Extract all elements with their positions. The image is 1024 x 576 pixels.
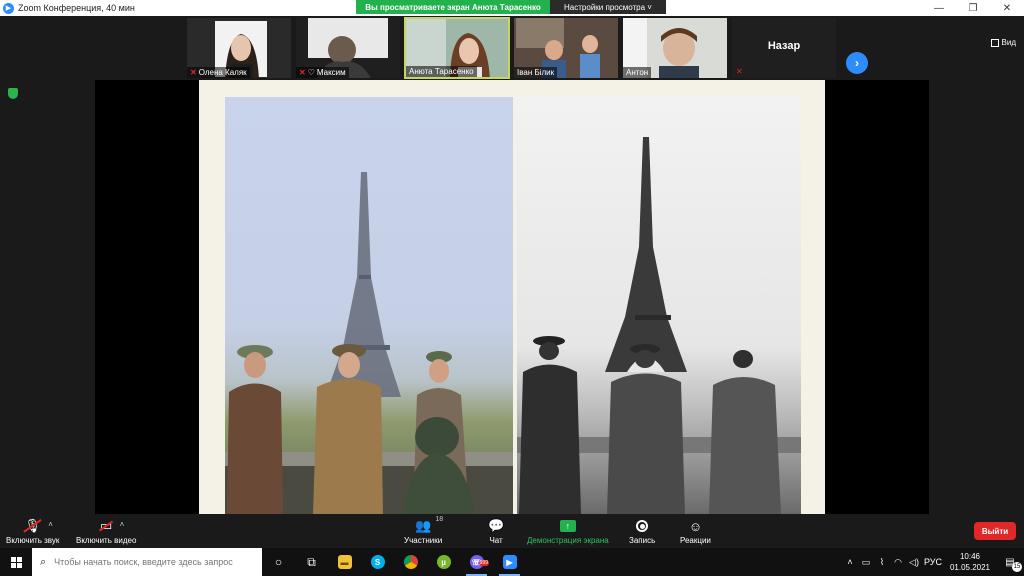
zoom-logo-icon: ▶ <box>3 2 14 14</box>
zoom-taskbar-icon[interactable]: ▶ <box>493 548 526 576</box>
grid-view-icon <box>990 38 999 47</box>
battery-icon[interactable]: ▭ <box>858 557 874 568</box>
chat-label: Чат <box>489 536 503 545</box>
start-video-button[interactable]: ▭˄ Включить видео <box>76 516 136 545</box>
zoom-window: ▶ Zoom Конференция, 40 мин — ❐ ✕ Вы прос… <box>0 0 1024 576</box>
search-icon: ⌕ <box>40 555 47 568</box>
view-options-label: Настройки просмотра <box>564 2 646 12</box>
window-title: Zoom Конференция, 40 мин <box>18 3 135 13</box>
participants-label: Участники <box>404 536 443 545</box>
participant-name-tag: ✕ Олена Каляк <box>187 67 250 78</box>
language-indicator[interactable]: РУС <box>922 557 944 567</box>
chevron-down-icon: ˅ <box>645 2 652 12</box>
next-page-button[interactable]: › <box>846 52 868 74</box>
unmute-button[interactable]: 🎙˄ Включить звук <box>6 516 59 545</box>
view-button[interactable]: Вид <box>990 38 1016 47</box>
eiffel-tower-color-image <box>225 172 513 514</box>
viber-icon[interactable]: ☏ 999 <box>460 548 493 576</box>
participant-name: Максим <box>316 68 346 77</box>
participant-name-large: Назар <box>767 40 801 52</box>
colorized-photo <box>225 97 513 514</box>
participant-tile-active[interactable]: Анюта Тарасенко <box>404 17 510 79</box>
notification-count: 15 <box>1012 561 1022 572</box>
windows-start-button[interactable] <box>0 548 32 576</box>
meeting-toolbar: 🎙˄ Включить звук ▭˄ Включить видео 👥18 У… <box>0 514 1024 548</box>
participant-tile[interactable]: ✕ Олена Каляк <box>186 17 292 79</box>
record-button[interactable]: Запись <box>629 516 655 545</box>
mic-muted-icon: ✕ <box>190 68 197 77</box>
leave-button[interactable]: Выйти <box>974 522 1016 540</box>
participant-name: Олена Каляк <box>198 68 247 77</box>
bw-photo <box>517 97 801 514</box>
chat-bubble-icon: 💬 <box>488 518 505 533</box>
mic-muted-icon: ✕ <box>299 68 306 77</box>
presentation-slide <box>199 80 825 514</box>
participant-name: Іван Білик <box>517 68 555 77</box>
participant-strip: ✕ Олена Каляк ✕ ♡ Максим Анюта Тарасенко… <box>0 16 1024 80</box>
participants-count: 18 <box>435 516 444 523</box>
participants-button[interactable]: 👥 18 Участники <box>404 516 444 545</box>
video-camera-off-icon: ▭˄ <box>98 516 124 536</box>
cortana-icon[interactable]: ○ <box>262 548 295 576</box>
chevron-up-icon[interactable]: ˄ <box>48 520 53 529</box>
volume-icon[interactable]: ◁) <box>906 557 922 568</box>
reactions-label: Реакции <box>680 536 711 545</box>
viber-badge: 999 <box>478 560 489 566</box>
window-controls: — ❐ ✕ <box>922 0 1024 16</box>
participant-tile[interactable]: Іван Білик <box>513 17 619 79</box>
file-explorer-icon[interactable]: ▬ <box>328 548 361 576</box>
taskbar-search[interactable]: ⌕ <box>32 548 262 576</box>
windows-taskbar: ⌕ ○ ⧉ ▬ S µ ☏999 ▶ ˄ ▭ ⌇ ◠ ◁) РУС 10:46 … <box>0 548 1024 576</box>
mic-muted-icon: ✕ <box>736 67 743 76</box>
heart-icon: ♡ <box>307 68 315 77</box>
share-screen-label: Демонстрация экрана <box>527 536 609 545</box>
minimize-button[interactable]: — <box>922 0 956 16</box>
task-view-icon[interactable]: ⧉ <box>295 548 328 576</box>
notifications-button[interactable]: ▤ 15 <box>996 557 1024 572</box>
start-video-label: Включить видео <box>76 536 137 545</box>
network-icon[interactable]: ⌇ <box>874 557 890 568</box>
chevron-up-icon[interactable]: ˄ <box>120 520 125 529</box>
view-options-button[interactable]: Настройки просмотра ˅ <box>550 0 666 14</box>
clock-time: 10:46 <box>959 552 981 561</box>
participant-name-tag: ✕ ♡ Максим <box>296 67 349 78</box>
utorrent-icon[interactable]: µ <box>427 548 460 576</box>
unmute-label: Включить звук <box>6 536 60 545</box>
shared-screen <box>95 80 929 514</box>
record-label: Запись <box>629 536 656 545</box>
share-screen-button[interactable]: ↑ Демонстрация экрана <box>527 516 609 545</box>
clock[interactable]: 10:46 01.05.2021 <box>944 551 996 573</box>
view-label: Вид <box>1001 38 1016 47</box>
participant-name: Антон <box>626 68 649 77</box>
share-banner: Вы просматриваете экран Анюта Тарасенко … <box>356 0 666 14</box>
smiley-plus-icon: ☺ <box>688 518 703 534</box>
chat-button[interactable]: 💬 Чат <box>488 516 504 545</box>
participant-name-tag: Анюта Тарасенко <box>406 66 477 77</box>
eiffel-tower-bw-image <box>517 137 801 514</box>
reactions-button[interactable]: ☺ Реакции <box>680 516 711 546</box>
close-button[interactable]: ✕ <box>990 0 1024 16</box>
participant-name-tag: Антон <box>623 67 652 78</box>
participant-tile[interactable]: Назар ✕ <box>731 17 837 79</box>
encryption-shield-icon[interactable] <box>8 88 18 99</box>
participant-name-tag: Іван Білик <box>514 67 558 78</box>
record-icon <box>636 520 649 532</box>
microphone-muted-icon: 🎙˄ <box>23 516 53 536</box>
search-input[interactable] <box>54 557 255 567</box>
participant-tile[interactable]: Антон <box>622 17 728 79</box>
participant-name: Анюта Тарасенко <box>409 67 474 76</box>
windows-logo-icon <box>10 556 22 568</box>
chevron-up-icon[interactable]: ˄ <box>842 557 858 567</box>
maximize-button[interactable]: ❐ <box>956 0 990 16</box>
chrome-icon[interactable] <box>394 548 427 576</box>
system-tray: ˄ ▭ ⌇ ◠ ◁) РУС 10:46 01.05.2021 ▤ 15 <box>842 548 1024 576</box>
participants-icon: 👥 18 <box>415 516 444 533</box>
share-status-text: Вы просматриваете экран Анюта Тарасенко <box>356 0 550 14</box>
participant-tile[interactable]: ✕ ♡ Максим <box>295 17 401 79</box>
wifi-icon[interactable]: ◠ <box>890 557 906 568</box>
skype-icon[interactable]: S <box>361 548 394 576</box>
clock-date: 01.05.2021 <box>949 563 991 572</box>
share-screen-icon: ↑ <box>559 520 576 532</box>
